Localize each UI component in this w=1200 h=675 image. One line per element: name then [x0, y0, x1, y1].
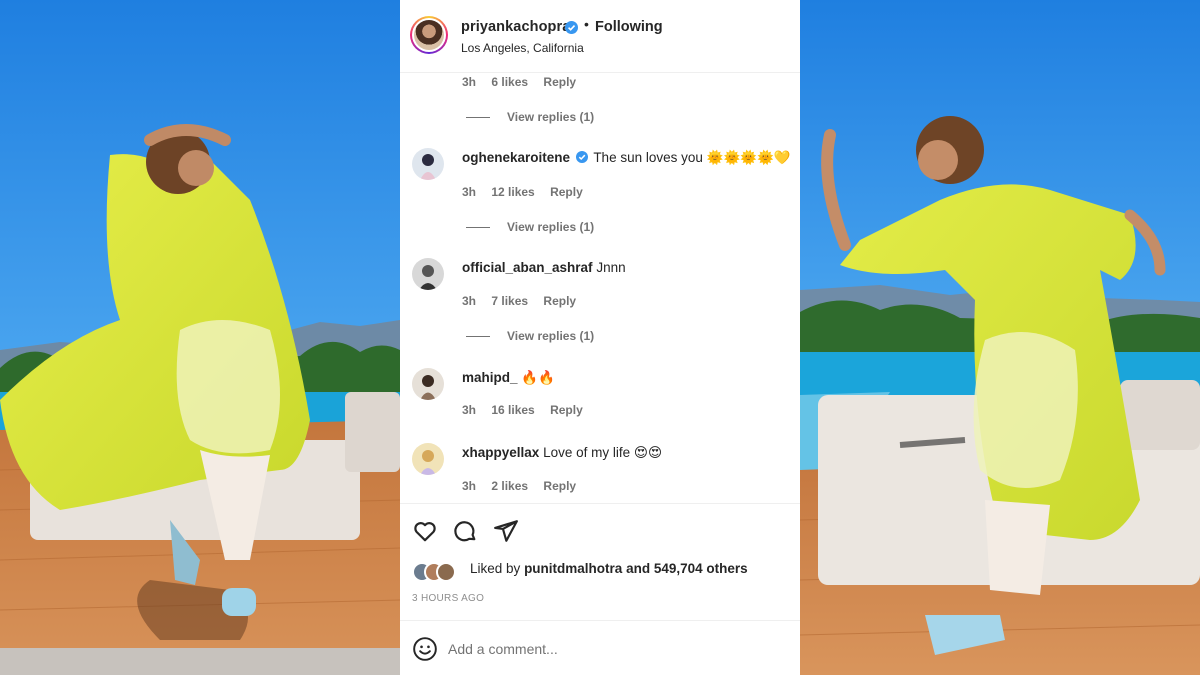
comment-meta: 3h 12 likes Reply: [462, 185, 595, 199]
comment-time: 3h: [462, 75, 477, 89]
comment-likes[interactable]: 7 likes: [491, 294, 528, 308]
comment-likes[interactable]: 2 likes: [491, 479, 528, 493]
comment-avatar[interactable]: [412, 443, 444, 475]
liked-by-avatars[interactable]: [412, 562, 466, 582]
right-photo: [800, 0, 1200, 675]
add-comment-bar: [400, 620, 800, 675]
comment-username[interactable]: official_aban_ashraf: [462, 260, 593, 275]
likes-user[interactable]: punitdmalhotra: [524, 561, 622, 576]
separator-dot: •: [584, 16, 589, 32]
heart-icon[interactable]: [412, 518, 438, 544]
post-username[interactable]: priyankachopra: [461, 19, 570, 35]
comment-input[interactable]: [448, 635, 778, 663]
comment-likes[interactable]: 6 likes: [491, 75, 528, 89]
verified-badge-icon: [565, 21, 578, 34]
comment-text: oghenekaroitene The sun loves you 🌞🌞🌞🌞💛: [462, 150, 791, 166]
comment-bubble-icon[interactable]: [452, 518, 478, 544]
comment-likes[interactable]: 12 likes: [491, 185, 534, 199]
follow-status-button[interactable]: Following: [595, 19, 663, 35]
comment-likes[interactable]: 16 likes: [491, 403, 534, 417]
right-photo-image: [800, 0, 1200, 675]
paper-plane-icon[interactable]: [493, 518, 519, 544]
view-replies-button[interactable]: View replies (1): [507, 110, 594, 124]
comment-text: mahipd_ 🔥🔥: [462, 370, 555, 386]
comment-body: Jnnn: [596, 260, 626, 275]
replies-divider: [466, 117, 490, 118]
view-replies-button[interactable]: View replies (1): [507, 329, 594, 343]
comment-text: xhappyellax Love of my life 😍😍: [462, 445, 662, 461]
smiley-icon[interactable]: [412, 636, 438, 662]
comment-emoji: 😍😍: [633, 445, 663, 461]
comment-time: 3h: [462, 294, 477, 308]
comment-reply-button[interactable]: Reply: [543, 75, 576, 89]
comment-time: 3h: [462, 185, 477, 199]
comment-body: The sun loves you: [593, 150, 703, 165]
comment-meta: 3h 16 likes Reply: [462, 403, 595, 417]
comment-text: official_aban_ashraf Jnnn: [462, 260, 626, 275]
post-timestamp: 3 HOURS AGO: [412, 593, 485, 604]
comment-meta: 3h 2 likes Reply: [462, 479, 588, 493]
likes-summary[interactable]: Liked by punitdmalhotra and 549,704 othe…: [470, 561, 748, 576]
comment-emoji: 🌞🌞🌞🌞💛: [706, 150, 791, 166]
comment-reply-button[interactable]: Reply: [543, 479, 576, 493]
post-actions: Liked by punitdmalhotra and 549,704 othe…: [400, 503, 800, 675]
comment-meta: 3h 7 likes Reply: [462, 294, 588, 308]
comment-reply-button[interactable]: Reply: [543, 294, 576, 308]
replies-divider: [466, 336, 490, 337]
comment-username[interactable]: xhappyellax: [462, 445, 539, 460]
comment-emoji: 🔥🔥: [521, 370, 555, 386]
comment-body: Love of my life: [543, 445, 631, 460]
comment-avatar[interactable]: [412, 368, 444, 400]
comment-time: 3h: [462, 403, 477, 417]
comment-avatar[interactable]: [412, 148, 444, 180]
comment-reply-button[interactable]: Reply: [550, 185, 583, 199]
verified-badge-icon: [575, 151, 588, 163]
profile-avatar[interactable]: [410, 16, 448, 54]
likes-prefix: Liked by: [470, 561, 521, 576]
comment-username[interactable]: mahipd_: [462, 370, 518, 385]
comment-reply-button[interactable]: Reply: [550, 403, 583, 417]
instagram-post-panel: priyankachopra • Following Los Angeles, …: [400, 0, 800, 675]
left-photo-image: [0, 0, 400, 675]
comment-time: 3h: [462, 479, 477, 493]
view-replies-button[interactable]: View replies (1): [507, 220, 594, 234]
comment-username[interactable]: oghenekaroitene: [462, 150, 570, 165]
post-location[interactable]: Los Angeles, California: [461, 41, 584, 55]
comment-meta: 3h 6 likes Reply: [462, 75, 588, 89]
comment-avatar[interactable]: [412, 258, 444, 290]
post-header: priyankachopra • Following Los Angeles, …: [400, 0, 800, 73]
left-photo: [0, 0, 400, 675]
replies-divider: [466, 227, 490, 228]
likes-suffix[interactable]: and 549,704 others: [626, 561, 748, 576]
